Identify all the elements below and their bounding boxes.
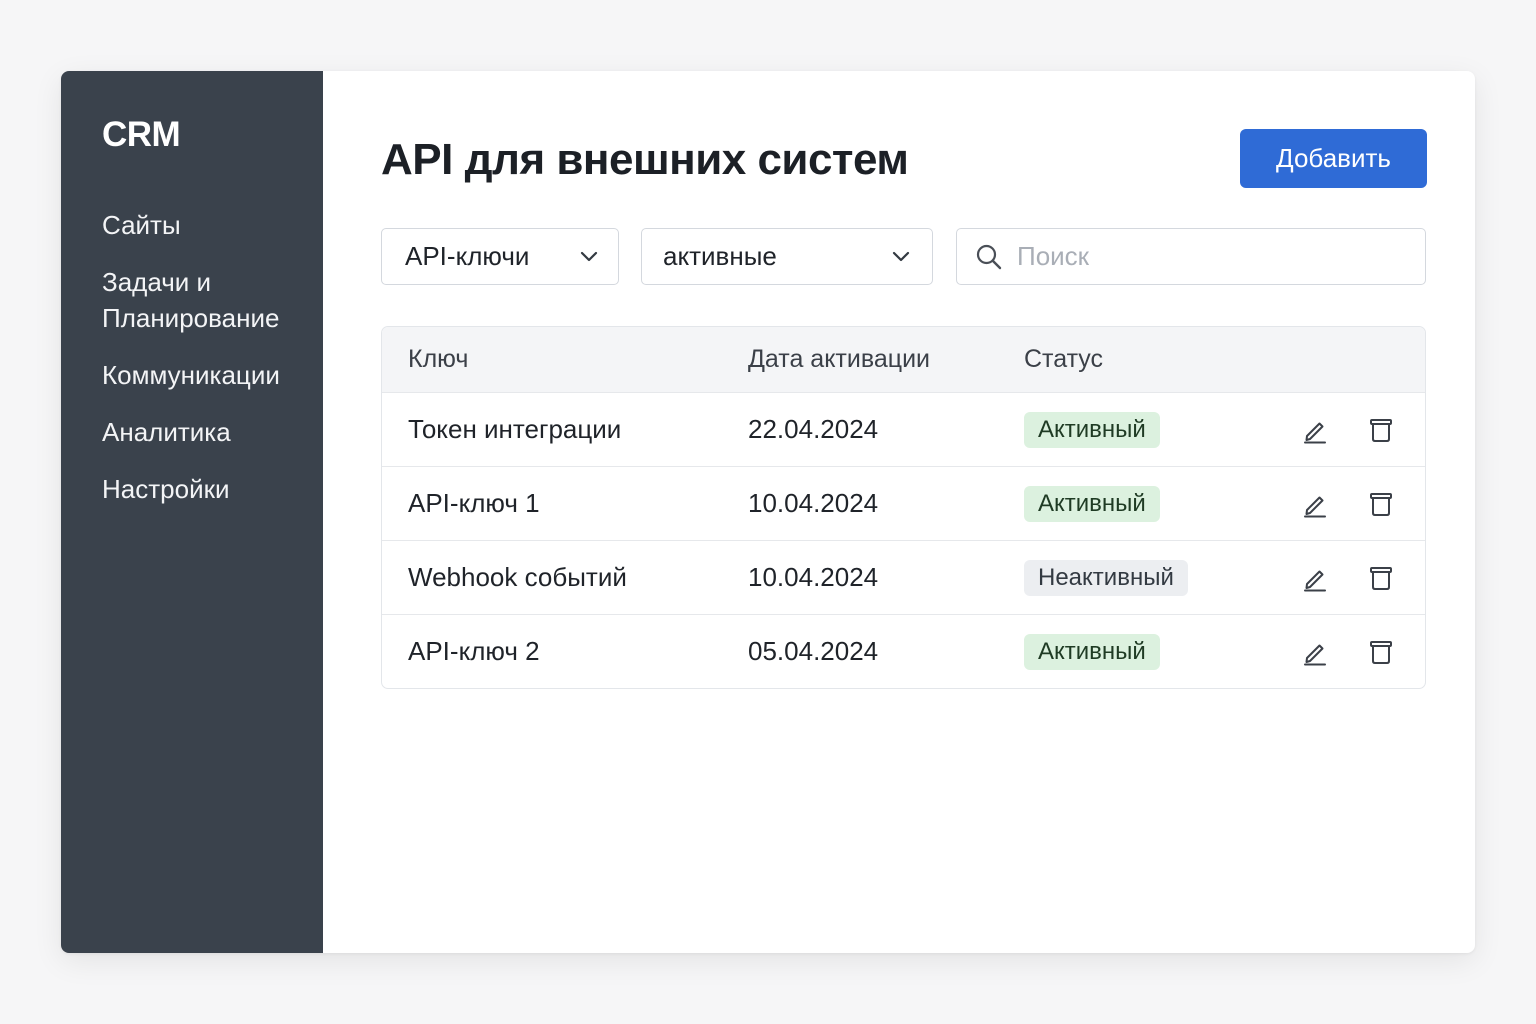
table-row[interactable]: Токен интеграции 22.04.2024 Активный: [382, 392, 1425, 466]
sidebar-item-settings[interactable]: Настройки: [102, 471, 312, 507]
delete-button[interactable]: [1366, 637, 1396, 667]
column-header-status[interactable]: Статус: [1024, 345, 1300, 374]
trash-icon: [1370, 640, 1392, 664]
pencil-icon: [1304, 570, 1326, 591]
sidebar-item-communications[interactable]: Коммуникации: [102, 357, 312, 393]
activation-date: 10.04.2024: [748, 562, 879, 592]
edit-button[interactable]: [1300, 563, 1330, 593]
table-row[interactable]: Webhook событий 10.04.2024 Неактивный: [382, 540, 1425, 614]
sidebar-nav: Сайты Задачи и Планирование Коммуникации…: [102, 207, 323, 507]
trash-icon: [1370, 418, 1392, 442]
status-badge: Активный: [1024, 411, 1160, 448]
sidebar-item-tasks-planning[interactable]: Задачи и Планирование: [102, 264, 312, 336]
search-box: [956, 228, 1426, 285]
sidebar-item-analytics[interactable]: Аналитика: [102, 414, 312, 450]
key-name: API-ключ 1: [408, 488, 540, 518]
table-header: Ключ Дата активации Статус: [382, 327, 1425, 392]
delete-button[interactable]: [1366, 563, 1396, 593]
brand-logo: CRM: [102, 115, 181, 154]
edit-button[interactable]: [1300, 637, 1330, 667]
pencil-icon: [1304, 496, 1326, 517]
filter-bar: API-ключи активные: [381, 228, 1427, 285]
delete-button[interactable]: [1366, 415, 1396, 445]
edit-button[interactable]: [1300, 415, 1330, 445]
pencil-icon: [1304, 644, 1326, 665]
sidebar: CRM Сайты Задачи и Планирование Коммуник…: [61, 71, 323, 953]
activation-date: 10.04.2024: [748, 488, 879, 518]
pencil-icon: [1304, 422, 1326, 443]
edit-button[interactable]: [1300, 489, 1330, 519]
table-row[interactable]: API-ключ 2 05.04.2024 Активный: [382, 614, 1425, 688]
type-filter-select[interactable]: API-ключи: [381, 228, 619, 285]
page-header: API для внешних систем Добавить: [381, 129, 1427, 188]
trash-icon: [1370, 566, 1392, 590]
key-name: Webhook событий: [408, 562, 627, 592]
column-header-key[interactable]: Ключ: [382, 345, 748, 374]
key-name: Токен интеграции: [408, 414, 622, 444]
status-filter-select[interactable]: активные: [641, 228, 933, 285]
sidebar-item-sites[interactable]: Сайты: [102, 207, 312, 243]
status-badge: Активный: [1024, 633, 1160, 670]
activation-date: 05.04.2024: [748, 636, 879, 666]
app-window: CRM Сайты Задачи и Планирование Коммуник…: [61, 71, 1475, 953]
trash-icon: [1370, 492, 1392, 516]
chevron-down-icon: [580, 251, 598, 261]
search-icon: [976, 244, 1002, 269]
status-badge: Активный: [1024, 485, 1160, 522]
table-row[interactable]: API-ключ 1 10.04.2024 Активный: [382, 466, 1425, 540]
column-header-activation-date[interactable]: Дата активации: [748, 345, 1024, 374]
search-input[interactable]: [1017, 241, 1397, 272]
delete-button[interactable]: [1366, 489, 1396, 519]
type-filter-value: API-ключи: [405, 241, 530, 271]
main-content: API для внешних систем Добавить API-ключ…: [323, 71, 1475, 953]
key-name: API-ключ 2: [408, 636, 540, 666]
status-badge: Неактивный: [1024, 559, 1188, 596]
chevron-down-icon: [892, 251, 910, 261]
status-filter-value: активные: [663, 241, 777, 271]
activation-date: 22.04.2024: [748, 414, 879, 444]
page-title: API для внешних систем: [381, 135, 909, 184]
add-button[interactable]: Добавить: [1240, 129, 1427, 188]
api-keys-table: Ключ Дата активации Статус Токен интегра…: [381, 326, 1426, 689]
